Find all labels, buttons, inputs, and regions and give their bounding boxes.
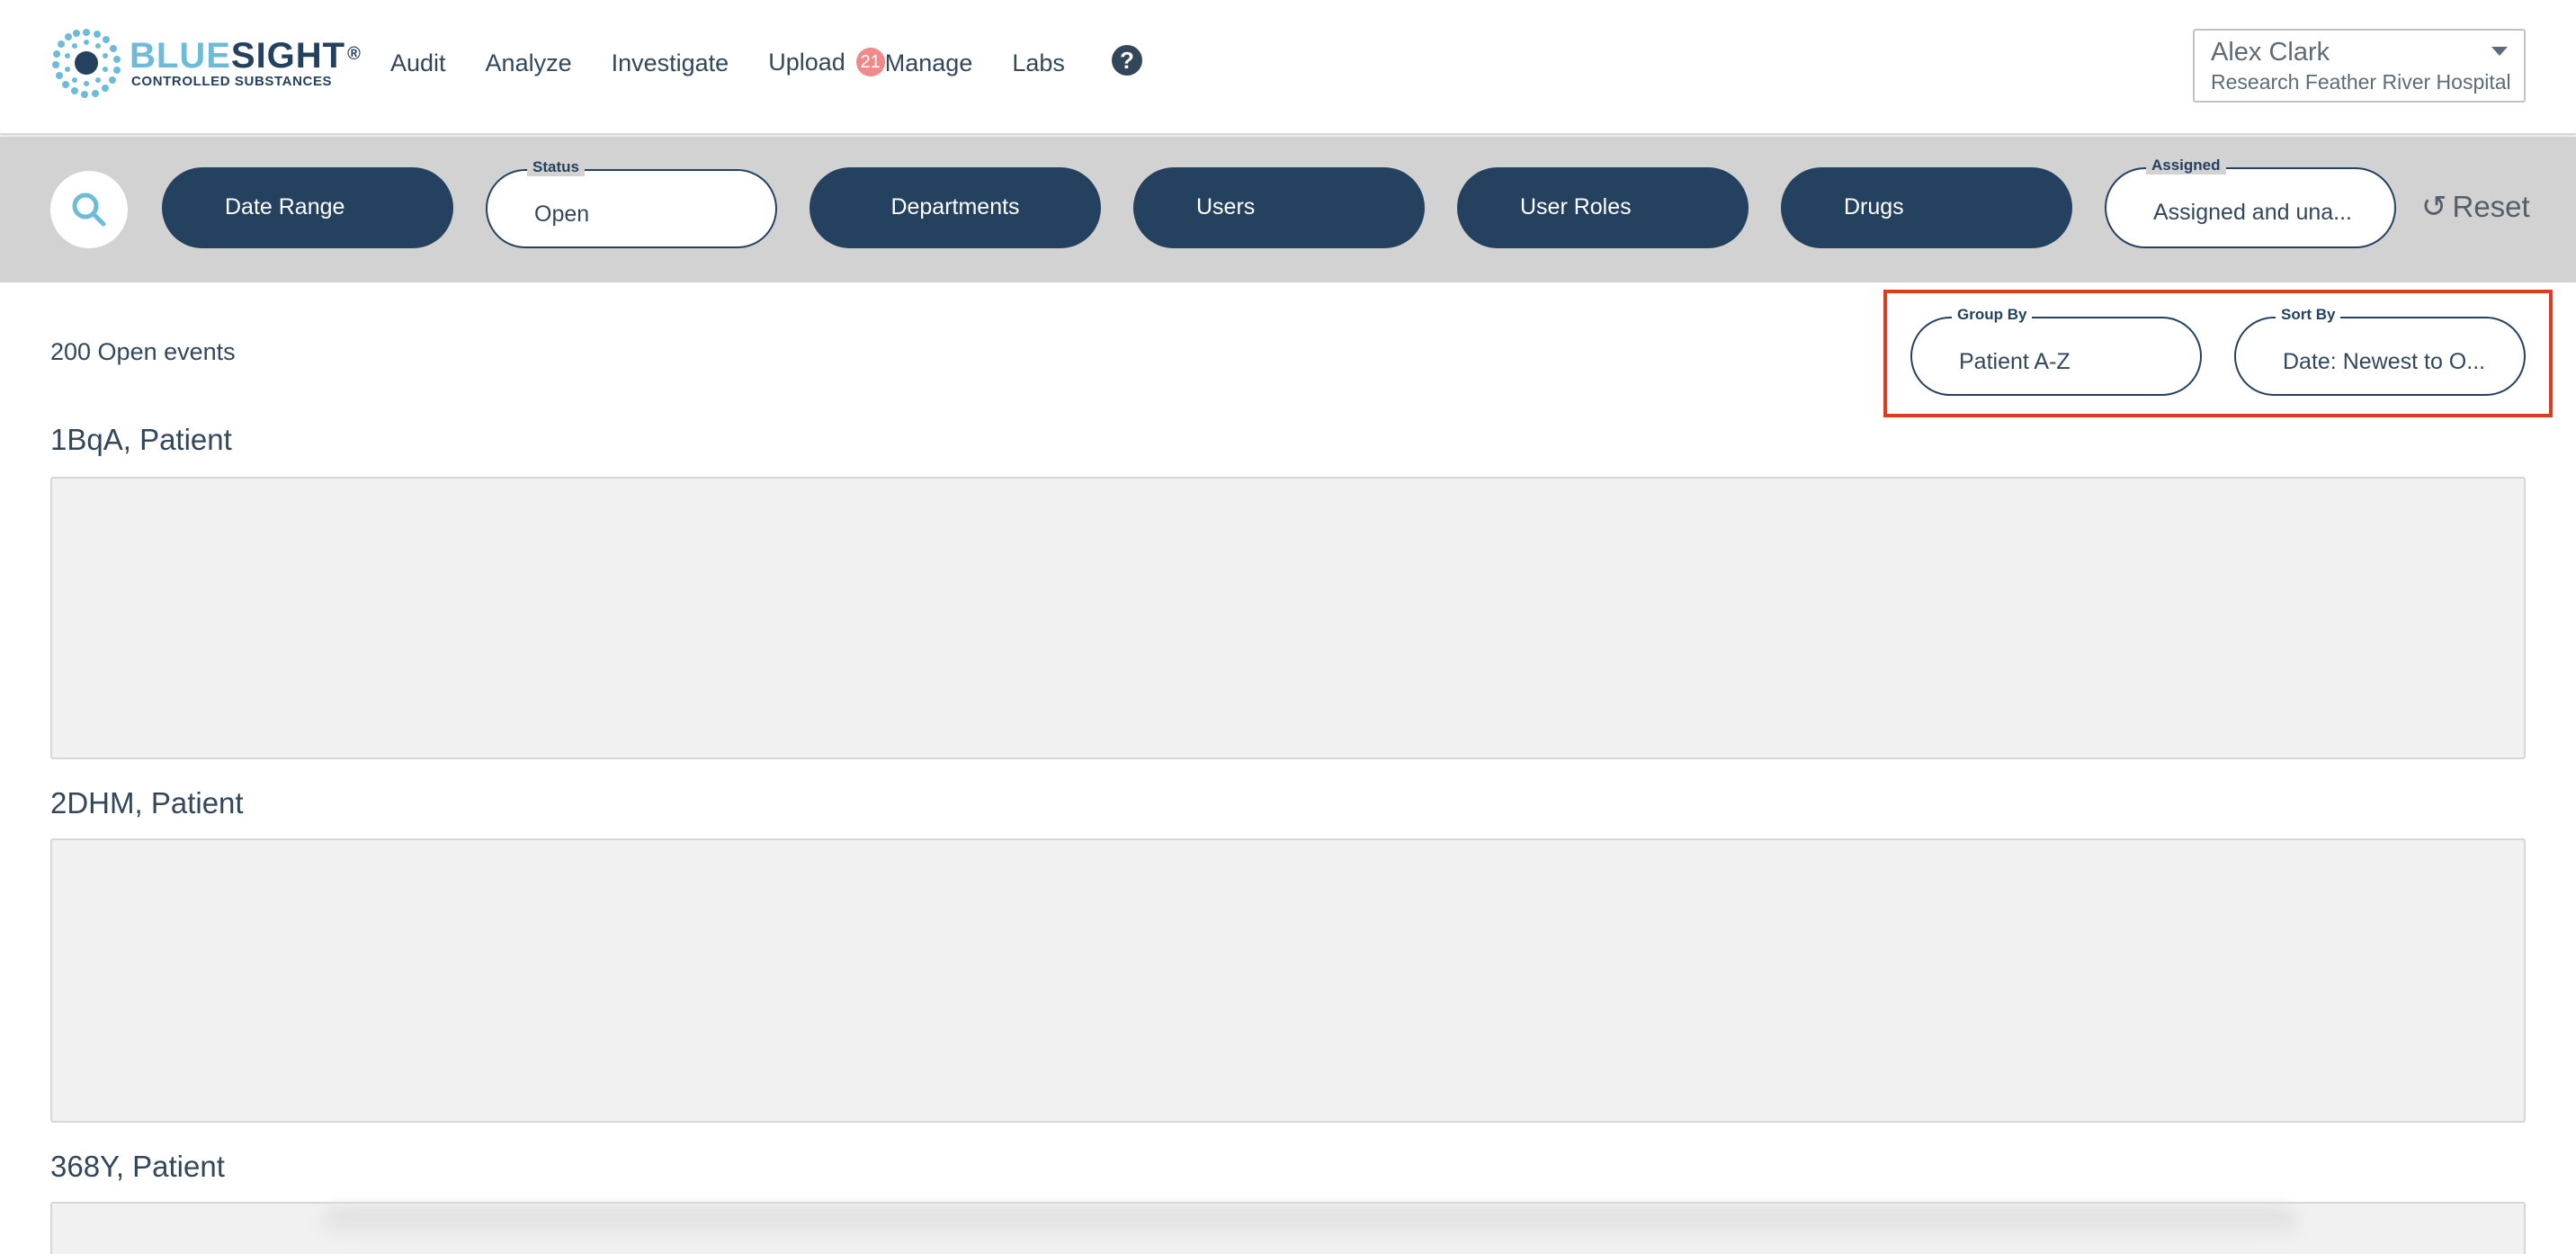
registered-mark: ® — [347, 44, 362, 64]
caret-down-icon — [2491, 47, 2508, 56]
reset-arrow-icon: ↻ — [2421, 190, 2447, 224]
status-filter-label: Status — [527, 158, 585, 176]
sort-by-value: Date: Newest to O... — [2283, 349, 2486, 374]
upload-count-badge: 21 — [855, 48, 885, 77]
logo-word-sight: SIGHT — [230, 36, 346, 76]
group-events-panel — [50, 838, 2526, 1123]
sort-by-select[interactable]: Sort By Date: Newest to O... — [2234, 306, 2526, 396]
bluesight-logo[interactable]: BLUESIGHT ® CONTROLLED SUBSTANCES — [50, 27, 361, 103]
main-nav: Audit Analyze Investigate Upload 21 Manag… — [390, 45, 1105, 81]
top-header: BLUESIGHT ® CONTROLLED SUBSTANCES Audit A… — [0, 0, 2576, 135]
nav-labs[interactable]: Labs — [1012, 49, 1065, 77]
nav-investigate[interactable]: Investigate — [612, 49, 729, 77]
reset-button[interactable]: ↻ Reset — [2421, 189, 2530, 225]
departments-label: Departments — [890, 194, 1020, 219]
logo-mark-icon — [52, 29, 121, 98]
date-range-filter[interactable]: Date Range — [162, 167, 453, 248]
status-filter-value: Open — [534, 202, 590, 227]
user-name: Alex Clark — [2211, 38, 2330, 67]
magnifier-icon — [72, 193, 106, 227]
user-organization: Research Feather River Hospital — [2211, 70, 2511, 94]
drugs-label: Drugs — [1844, 194, 1904, 219]
nav-manage[interactable]: Manage — [885, 49, 973, 77]
nav-analyze[interactable]: Analyze — [486, 49, 572, 77]
group-events-panel — [50, 477, 2526, 759]
question-circle-icon[interactable]: ? — [1112, 45, 1142, 76]
nav-audit[interactable]: Audit — [390, 49, 446, 77]
users-filter[interactable]: Users — [1133, 167, 1425, 248]
user-roles-filter[interactable]: User Roles — [1457, 167, 1749, 248]
group-title: 1BqA, Patient — [50, 423, 232, 456]
group-title: 368Y, Patient — [50, 1150, 225, 1183]
assigned-filter-value: Assigned and una... — [2153, 200, 2352, 225]
group-by-value: Patient A-Z — [1959, 349, 2071, 374]
group-by-label: Group By — [1952, 306, 2033, 324]
search-button[interactable] — [50, 171, 128, 248]
drugs-filter[interactable]: Drugs — [1781, 167, 2072, 248]
assigned-filter-label: Assigned — [2146, 157, 2226, 175]
loading-shadow — [322, 1207, 2299, 1243]
users-label: Users — [1196, 194, 1256, 219]
user-account-dropdown[interactable]: Alex Clark Research Feather River Hospit… — [2193, 29, 2526, 103]
filter-bar: Date Range Status Open Departments Users… — [0, 137, 2576, 282]
sort-by-label: Sort By — [2276, 306, 2341, 324]
nav-upload-label: Upload — [768, 48, 845, 76]
assigned-filter[interactable]: Assigned Assigned and una... — [2105, 157, 2396, 248]
status-filter[interactable]: Status Open — [486, 158, 777, 248]
logo-wordmark: BLUESIGHT ® — [130, 36, 362, 76]
group-title: 2DHM, Patient — [50, 786, 244, 820]
user-roles-label: User Roles — [1520, 194, 1632, 219]
events-count: 200 Open events — [50, 338, 236, 365]
group-by-select[interactable]: Group By Patient A-Z — [1910, 306, 2202, 396]
nav-upload[interactable]: Upload 21 — [768, 48, 885, 78]
group-events-panel — [50, 1202, 2526, 1254]
logo-word-blue: BLUE — [130, 36, 231, 76]
logo-subtitle: CONTROLLED SUBSTANCES — [131, 74, 333, 89]
date-range-label: Date Range — [225, 194, 345, 219]
reset-label: Reset — [2452, 190, 2530, 223]
departments-filter[interactable]: Departments — [809, 167, 1101, 248]
